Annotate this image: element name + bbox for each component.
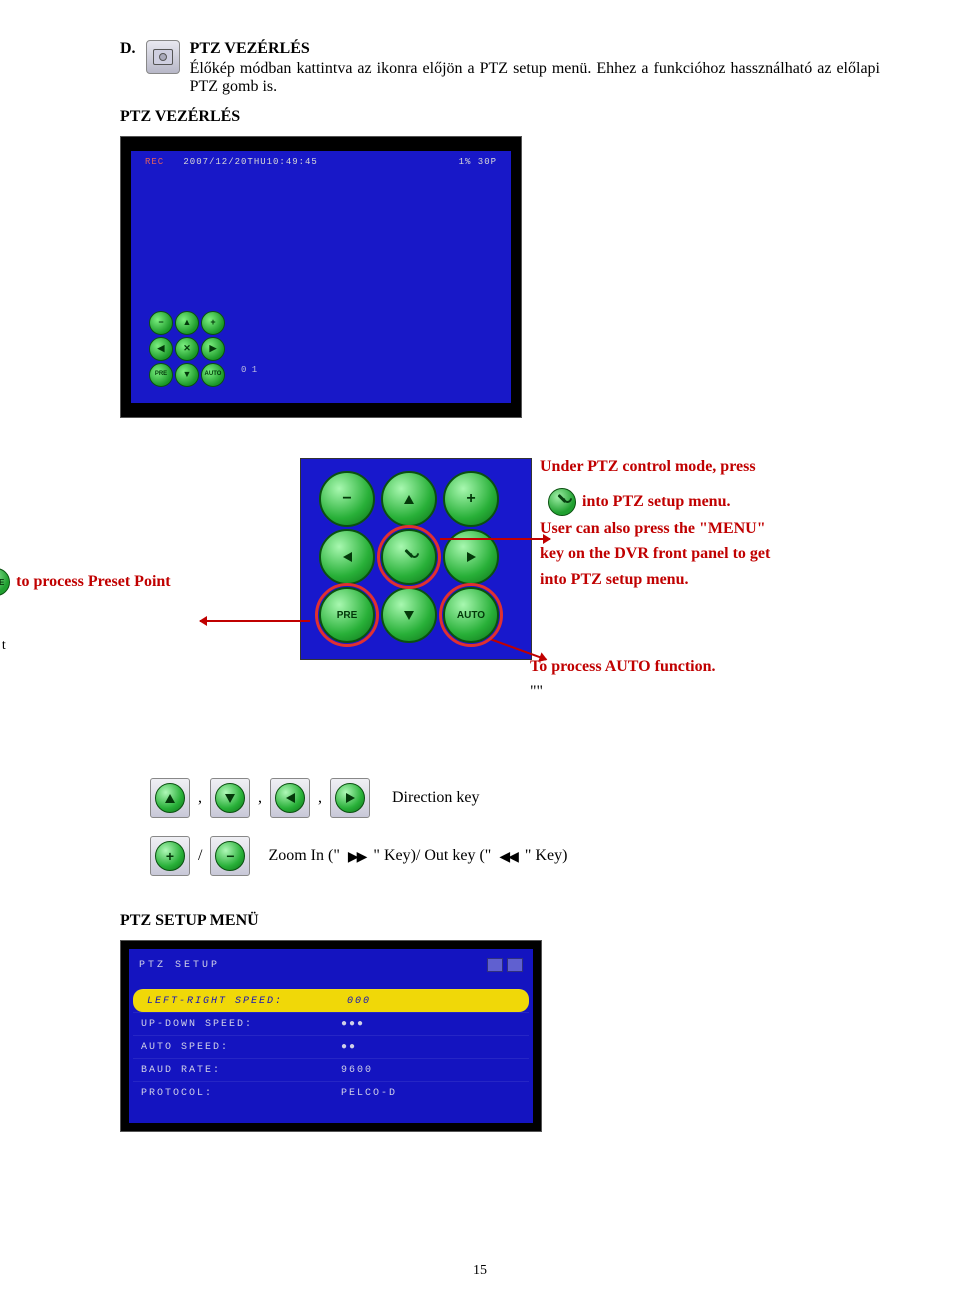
annot-preset-point: Press PRE to process Preset Point	[0, 568, 171, 596]
ptz-setup-title: PTZ SETUP MENÜ	[120, 912, 880, 930]
left-arrow-icon	[286, 793, 295, 803]
ptz-pad-closeup: − + PRE AUTO	[300, 458, 532, 660]
pre-icon: PRE	[0, 568, 10, 596]
big-btn-auto[interactable]: AUTO	[443, 587, 499, 643]
section-body: Élőkép módban kattintva az ikonra előjön…	[190, 60, 880, 96]
status-timestamp: 2007/12/20THU10:49:45	[183, 157, 317, 167]
arrow-right-setup	[440, 538, 550, 540]
fast-forward-icon: ▶▶	[348, 848, 366, 865]
annot-r3: User can also press the "MENU"	[540, 516, 870, 542]
up-arrow-icon	[404, 495, 414, 504]
quote-stub: ""	[530, 683, 543, 701]
section-letter: D.	[120, 40, 136, 58]
dir-up-button[interactable]	[150, 778, 190, 818]
zoom-text-2: " Key)/ Out key ("	[373, 847, 491, 865]
row-ud-speed[interactable]: UP-DOWN SPEED: ●●●	[133, 1012, 529, 1035]
big-btn-minus[interactable]: −	[319, 471, 375, 527]
annotated-ptz-pad-area: Press PRE to process Preset Point t l " …	[120, 458, 880, 718]
mini-btn-up[interactable]: ▲	[175, 311, 199, 335]
comma1: ,	[198, 789, 202, 807]
ptz-subheading: PTZ VEZÉRLÉS	[120, 108, 880, 126]
row-lr-val: 000	[347, 996, 371, 1007]
mini-channel-label: 0 1	[241, 365, 257, 375]
wrench-icon	[402, 550, 416, 564]
big-btn-plus[interactable]: +	[443, 471, 499, 527]
rec-label: REC	[145, 157, 164, 167]
row-baud-key: BAUD RATE:	[133, 1065, 341, 1076]
row-lr-speed[interactable]: LEFT-RIGHT SPEED: 000	[133, 989, 529, 1012]
row-protocol-key: PROTOCOL:	[133, 1088, 341, 1099]
row-auto-key: AUTO SPEED:	[133, 1042, 341, 1053]
comma2: ,	[258, 789, 262, 807]
direction-key-row: , , , Direction key	[150, 778, 880, 818]
section-header: D. PTZ VEZÉRLÉS Élőkép módban kattintva …	[120, 40, 880, 96]
mini-btn-left[interactable]: ◀	[149, 337, 173, 361]
row-protocol[interactable]: PROTOCOL: PELCO-D	[133, 1081, 529, 1104]
status-right: 1% 30P	[459, 157, 497, 167]
stub-text-left: t l " " t it t	[0, 638, 6, 654]
ptz-setup-screenshot: PTZ SETUP LEFT-RIGHT SPEED: 000 UP-DOWN …	[120, 940, 542, 1132]
titlebar-icon-1	[487, 958, 503, 972]
annot-r4: key on the DVR front panel to get	[540, 541, 870, 567]
ptz-mini-pad: − ▲ + ◀ ✕ ▶ PRE ▼ AUTO	[149, 311, 223, 385]
dir-left-button[interactable]	[270, 778, 310, 818]
mini-btn-down[interactable]: ▼	[175, 363, 199, 387]
left-arrow-icon	[343, 552, 352, 562]
big-btn-left[interactable]	[319, 529, 375, 585]
row-baud[interactable]: BAUD RATE: 9600	[133, 1058, 529, 1081]
ptz-setup-rows: LEFT-RIGHT SPEED: 000 UP-DOWN SPEED: ●●●…	[133, 989, 529, 1104]
annot-r1: Under PTZ control mode, press	[540, 454, 870, 480]
big-btn-up[interactable]	[381, 471, 437, 527]
annot-auto: To process AUTO function.	[530, 658, 716, 676]
down-arrow-icon	[225, 794, 235, 803]
dir-right-button[interactable]	[330, 778, 370, 818]
slash: /	[198, 847, 202, 865]
dvr-live-screenshot: REC 2007/12/20THU10:49:45 1% 30P − ▲ + ◀…	[120, 136, 522, 418]
big-btn-pre[interactable]: PRE	[319, 587, 375, 643]
section-title: PTZ VEZÉRLÉS	[190, 40, 880, 58]
direction-key-label: Direction key	[392, 789, 480, 807]
rewind-icon: ◀◀	[499, 848, 517, 865]
annot-r2: into PTZ setup menu.	[582, 489, 730, 515]
mini-btn-right[interactable]: ▶	[201, 337, 225, 361]
right-arrow-icon	[467, 552, 476, 562]
arrow-left	[200, 620, 310, 622]
big-btn-down[interactable]	[381, 587, 437, 643]
zoom-key-row: + / − Zoom In (" ▶▶ " Key)/ Out key (" ◀…	[150, 836, 880, 876]
zoom-text-1: Zoom In ("	[268, 847, 339, 865]
zoom-text-3: " Key)	[525, 847, 568, 865]
mini-btn-pre[interactable]: PRE	[149, 363, 173, 387]
row-auto-speed[interactable]: AUTO SPEED: ●●	[133, 1035, 529, 1058]
mini-btn-center[interactable]: ✕	[175, 337, 199, 361]
up-arrow-icon	[165, 794, 175, 803]
row-ud-val: ●●●	[341, 1019, 365, 1030]
row-baud-val: 9600	[341, 1065, 373, 1076]
wrench-small-icon	[548, 488, 576, 516]
mini-btn-auto[interactable]: AUTO	[201, 363, 225, 387]
mini-btn-plus[interactable]: +	[201, 311, 225, 335]
annot-r5: into PTZ setup menu.	[540, 567, 870, 593]
right-arrow-icon	[346, 793, 355, 803]
big-btn-center[interactable]	[381, 529, 437, 585]
ptz-setup-panel-title: PTZ SETUP	[139, 960, 220, 971]
row-lr-key: LEFT-RIGHT SPEED:	[139, 996, 347, 1007]
annot-ptz-setup: Under PTZ control mode, press into PTZ s…	[540, 454, 870, 592]
dir-down-button[interactable]	[210, 778, 250, 818]
camera-icon	[146, 40, 180, 74]
down-arrow-icon	[404, 611, 414, 620]
page-number: 15	[0, 1263, 960, 1279]
titlebar-icon-2	[507, 958, 523, 972]
annot-preset-rest: to process Preset Point	[16, 573, 170, 591]
zoom-in-button[interactable]: +	[150, 836, 190, 876]
mini-btn-minus[interactable]: −	[149, 311, 173, 335]
row-protocol-val: PELCO-D	[341, 1088, 397, 1099]
comma3: ,	[318, 789, 322, 807]
zoom-out-button[interactable]: −	[210, 836, 250, 876]
row-ud-key: UP-DOWN SPEED:	[133, 1019, 341, 1030]
row-auto-val: ●●	[341, 1042, 357, 1053]
